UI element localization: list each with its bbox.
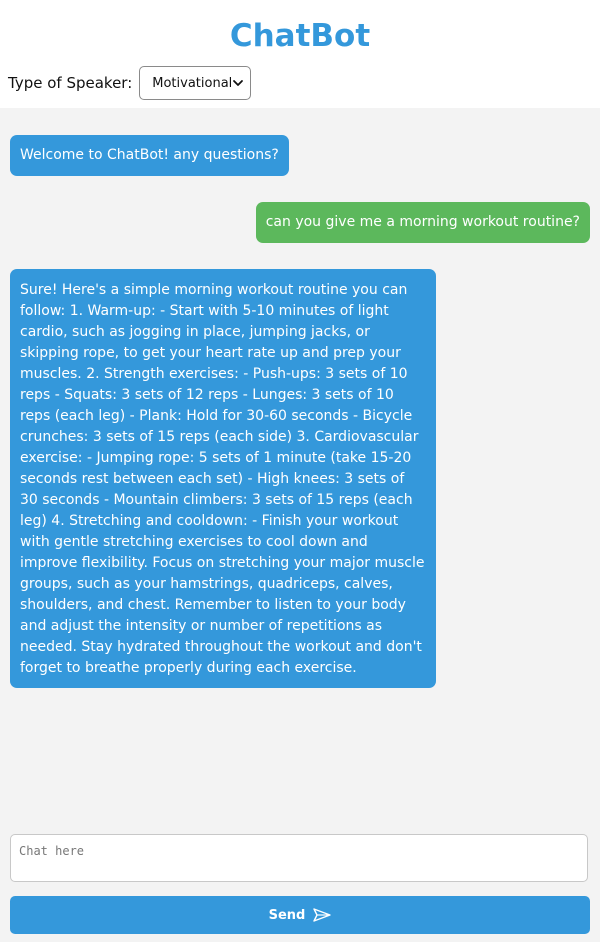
- send-icon: [313, 908, 332, 922]
- speaker-selector-row: Type of Speaker: Motivational: [8, 66, 252, 100]
- bot-message: Welcome to ChatBot! any questions?: [10, 135, 289, 176]
- chat-input[interactable]: Chat here: [10, 834, 588, 882]
- header: ChatBot Type of Speaker: Motivational: [0, 0, 600, 108]
- app-title: ChatBot: [229, 18, 371, 54]
- speaker-type-label: Type of Speaker:: [8, 74, 133, 92]
- send-button-label: Send: [268, 907, 306, 923]
- chat-input-placeholder: Chat here: [19, 844, 85, 858]
- send-button[interactable]: Send: [10, 896, 590, 934]
- page-scrollbar[interactable]: [600, 0, 610, 942]
- chevron-down-icon: [232, 77, 244, 89]
- user-message: can you give me a morning workout routin…: [255, 202, 590, 243]
- bot-message: Sure! Here's a simple morning workout ro…: [10, 269, 436, 688]
- speaker-type-select[interactable]: Motivational: [139, 66, 252, 100]
- speaker-type-selected-value: Motivational: [152, 75, 233, 91]
